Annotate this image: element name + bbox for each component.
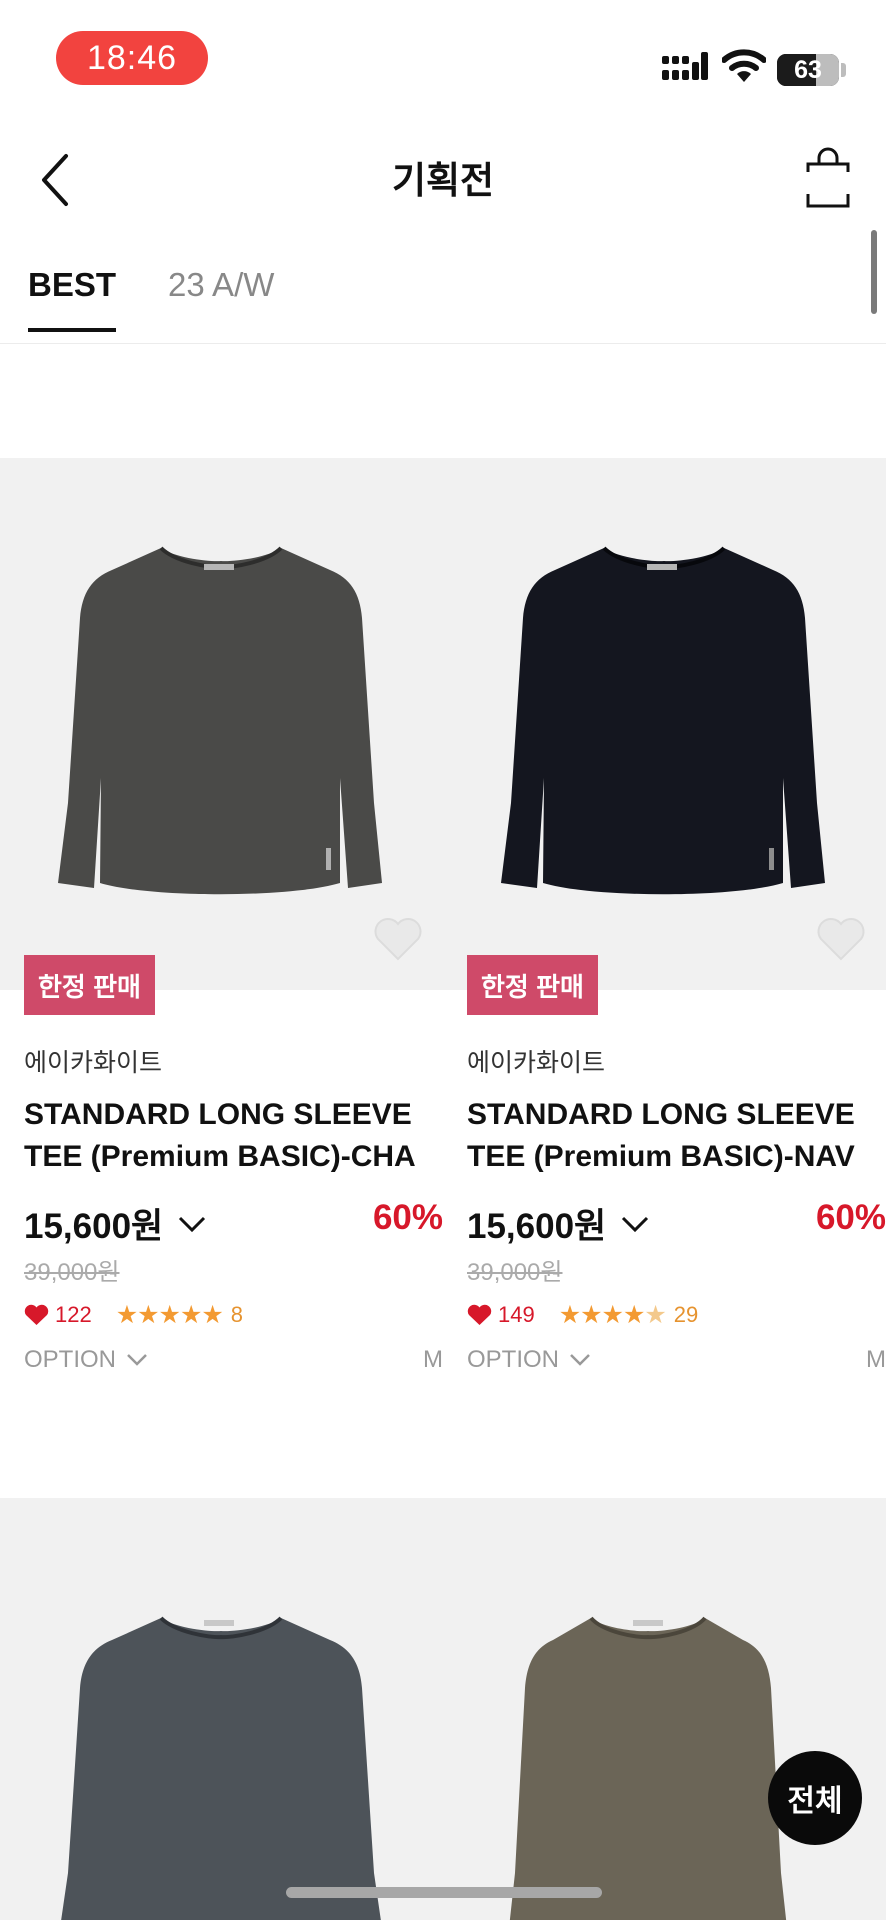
chevron-down-icon [570,1354,590,1366]
shirt-shape [501,548,825,895]
product-image[interactable] [0,458,443,990]
page-header: 기획전 [0,120,886,236]
product-name[interactable]: STANDARD LONG SLEEVE TEE (Premium BASIC)… [24,1094,424,1178]
battery-percent: 63 [794,55,822,84]
tab-23-aw[interactable]: 23 A/W [168,266,274,328]
wishlist-button[interactable] [372,916,424,962]
discount-rate: 60% [372,1198,443,1237]
product-image[interactable] [443,458,886,990]
battery-cap [841,63,846,77]
option-dropdown[interactable]: OPTION [467,1346,591,1374]
product-name-line2: TEE (Premium BASIC)-CHA [24,1140,416,1173]
discount-rate: 60% [815,1198,886,1237]
price-dropdown[interactable]: 15,600원 [24,1198,207,1249]
original-price: 39,000원 [467,1259,563,1286]
limited-sale-badge: 한정 판매 [467,955,598,1015]
heart-filled-icon [24,1304,49,1325]
review-count: 8 [230,1302,244,1327]
product-name-line2: TEE (Premium BASIC)-NAV [467,1140,855,1173]
original-price: 39,000원 [24,1259,120,1286]
like-count: 149 [498,1302,535,1327]
option-label: OPTION [24,1346,117,1373]
sale-price: 15,600원 [467,1207,607,1246]
battery-indicator: 63 [777,54,839,86]
wifi-icon [722,49,766,82]
like-count: 122 [55,1302,92,1327]
product-brand[interactable]: 에이카화이트 [467,1043,605,1079]
view-all-button[interactable]: 전체 [768,1751,862,1845]
size-value: M [423,1346,443,1373]
product-row [0,1498,886,1920]
cart-button[interactable] [800,146,856,212]
product-stats: 122 ★★★★★ 8 [24,1300,243,1330]
tshirt-image [509,1616,787,1920]
option-dropdown[interactable]: OPTION [24,1346,148,1374]
option-label: OPTION [467,1346,560,1373]
star-rating: ★★★★★ [115,1301,224,1329]
heart-outline-icon [374,918,422,961]
shopping-bag-icon [804,147,852,208]
heart-outline-icon [817,918,865,961]
sale-price: 15,600원 [24,1207,164,1246]
product-name[interactable]: STANDARD LONG SLEEVE TEE (Premium BASIC)… [467,1094,867,1178]
size-value: M [866,1346,886,1373]
product-name-line1: STANDARD LONG SLEEVE [24,1098,412,1131]
tshirt-image [501,546,825,895]
product-brand[interactable]: 에이카화이트 [24,1043,162,1079]
tshirt-image [58,546,382,895]
chevron-down-icon [179,1216,206,1232]
page-title: 기획전 [391,160,495,201]
status-bar: 18:46 63 [0,0,886,110]
home-indicator[interactable] [286,1887,602,1898]
wishlist-button[interactable] [815,916,867,962]
product-name-line1: STANDARD LONG SLEEVE [467,1098,855,1131]
product-image[interactable] [443,1498,886,1920]
chevron-down-icon [127,1354,147,1366]
product-row: 한정 판매 에이카화이트 STANDARD LONG SLEEVE TEE (P… [0,458,886,1498]
tab-best[interactable]: BEST [28,266,117,332]
tshirt-image [61,1616,381,1920]
limited-sale-badge: 한정 판매 [24,955,155,1015]
category-tabs: BEST 23 A/W [0,250,886,344]
product-image[interactable] [0,1498,443,1920]
chevron-down-icon [622,1216,649,1232]
product-stats: 149 ★★★★★ 29 [467,1300,698,1330]
cellular-signal-icon [662,52,708,80]
scrollbar[interactable] [871,230,877,314]
status-time: 18:46 [56,31,208,85]
shirt-shape [61,1618,381,1920]
shirt-shape [58,548,382,895]
heart-filled-icon [467,1304,492,1325]
price-dropdown[interactable]: 15,600원 [467,1198,650,1249]
review-count: 29 [673,1302,699,1327]
star-rating: ★★★★★ [558,1301,667,1329]
shirt-shape [509,1618,787,1920]
